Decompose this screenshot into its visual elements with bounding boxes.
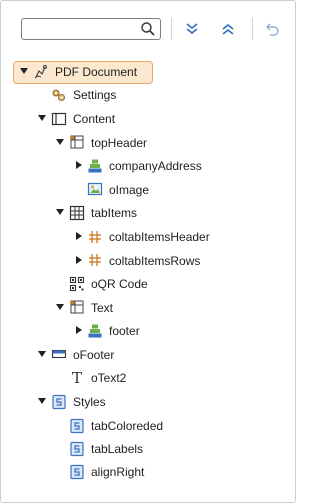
collapse-all-button[interactable] xyxy=(218,19,238,39)
expand-all-icon xyxy=(186,23,198,35)
collapse-arrow-icon[interactable] xyxy=(37,396,47,406)
collapse-all-icon xyxy=(222,23,234,35)
tree-node-coltabitemsrows[interactable]: coltabItemsRows xyxy=(109,250,200,272)
tree-node-label: PDF Document xyxy=(55,65,138,79)
tree-node-otext2[interactable]: oText2 xyxy=(91,367,126,389)
tree-node-label: oText2 xyxy=(91,371,127,385)
style-icon xyxy=(69,441,85,457)
collapse-arrow-icon[interactable] xyxy=(55,207,65,217)
column-icon xyxy=(87,229,103,245)
style-icon xyxy=(69,418,85,434)
tree-node-ofooter[interactable]: oFooter xyxy=(73,344,114,366)
settings-icon xyxy=(51,87,67,103)
collapse-arrow-icon[interactable] xyxy=(55,137,65,147)
text-type-icon: T xyxy=(71,369,82,387)
toolbar-separator xyxy=(252,18,253,40)
tree-node-label: tabItems xyxy=(91,206,138,220)
expand-all-button[interactable] xyxy=(182,19,202,39)
style-icon xyxy=(69,464,85,480)
footer-band-icon xyxy=(51,346,67,362)
collapse-arrow-icon[interactable] xyxy=(37,349,47,359)
grid-layout-icon xyxy=(69,299,85,315)
tree-node-label: coltabItemsHeader xyxy=(109,230,210,244)
image-icon xyxy=(87,181,103,197)
tree-node-topheader[interactable]: topHeader xyxy=(91,132,147,154)
tree-node-settings[interactable]: Settings xyxy=(73,84,116,106)
undo-button[interactable] xyxy=(262,19,282,39)
tree-node-label: tabColoreded xyxy=(91,419,164,433)
collapse-arrow-icon[interactable] xyxy=(19,66,29,76)
tree-node-label: Styles xyxy=(73,395,106,409)
column-icon xyxy=(87,252,103,268)
tree-node-label: companyAddress xyxy=(109,159,202,173)
tree-node-oimage[interactable]: oImage xyxy=(109,179,149,201)
expand-arrow-icon[interactable] xyxy=(74,325,84,335)
tree-node-footer[interactable]: footer xyxy=(109,320,140,342)
tree-node-coltabitemsheader[interactable]: coltabItemsHeader xyxy=(109,226,210,248)
content-panel-icon xyxy=(51,111,67,127)
search-icon[interactable] xyxy=(140,21,156,37)
expand-arrow-icon[interactable] xyxy=(74,231,84,241)
undo-icon xyxy=(266,23,279,36)
search-field[interactable] xyxy=(21,18,161,40)
styles-icon xyxy=(51,394,67,410)
tree-node-text[interactable]: Text xyxy=(91,297,113,319)
tree-node-tablabels[interactable]: tabLabels xyxy=(91,438,143,460)
tree-node-label: tabLabels xyxy=(91,442,144,456)
tree-node-label: Content xyxy=(73,112,116,126)
qr-code-icon xyxy=(69,276,85,292)
tree-node-alignright[interactable]: alignRight xyxy=(91,461,144,483)
tree-node-pdf-document[interactable]: PDF Document xyxy=(55,61,137,83)
outline-panel: PDF Document Settings Content topHeader … xyxy=(0,0,296,503)
collapse-arrow-icon[interactable] xyxy=(37,113,47,123)
table-icon xyxy=(69,205,85,221)
collapse-arrow-icon[interactable] xyxy=(55,302,65,312)
tree-node-label: coltabItemsRows xyxy=(109,254,201,268)
tree-node-companyaddress[interactable]: companyAddress xyxy=(109,155,202,177)
tree-node-label: oImage xyxy=(109,183,150,197)
tree-node-label: Text xyxy=(91,301,114,315)
tree-node-label: oFooter xyxy=(73,348,115,362)
toolbar xyxy=(1,1,295,53)
tree-node-label: topHeader xyxy=(91,136,148,150)
search-input[interactable] xyxy=(26,21,136,36)
toolbar-separator xyxy=(171,18,172,40)
grid-layout-icon xyxy=(69,134,85,150)
expand-arrow-icon[interactable] xyxy=(74,160,84,170)
tree-node-label: oQR Code xyxy=(91,277,148,291)
expand-arrow-icon[interactable] xyxy=(74,255,84,265)
tree-node-label: footer xyxy=(109,324,140,338)
text-block-icon xyxy=(87,323,103,339)
text-block-icon xyxy=(87,158,103,174)
tree-node-oqrcode[interactable]: oQR Code xyxy=(91,273,148,295)
tree-node-tabcoloreded[interactable]: tabColoreded xyxy=(91,415,163,437)
tree-node-content[interactable]: Content xyxy=(73,108,115,130)
tree-node-label: alignRight xyxy=(91,465,145,479)
tree-node-tabitems[interactable]: tabItems xyxy=(91,202,137,224)
tree-node-label: Settings xyxy=(73,88,117,102)
pdf-document-icon xyxy=(33,64,49,80)
tree-node-styles[interactable]: Styles xyxy=(73,391,106,413)
